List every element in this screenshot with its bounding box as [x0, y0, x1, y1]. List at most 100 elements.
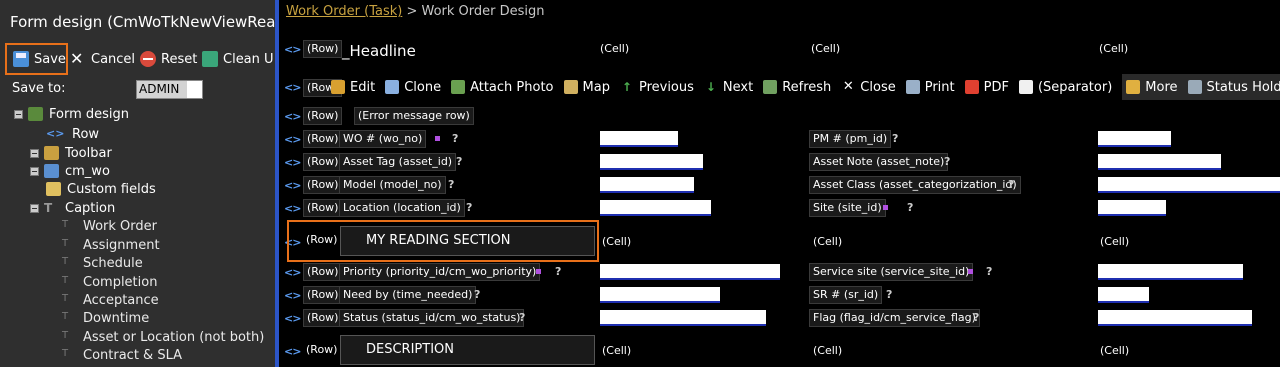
- headline-field[interactable]: _Headline: [336, 35, 536, 67]
- need-by-input[interactable]: [600, 287, 720, 303]
- cell-placeholder[interactable]: (Cell): [813, 235, 842, 248]
- collapse-icon[interactable]: [30, 203, 39, 213]
- asset-class-input[interactable]: [1098, 177, 1280, 193]
- asset-note-input[interactable]: [1098, 154, 1221, 170]
- row-arrows-icon[interactable]: <>: [284, 202, 301, 215]
- tree-item-caption[interactable]: T Caption: [30, 199, 115, 217]
- tree-item-toolbar[interactable]: Toolbar: [30, 144, 112, 162]
- toolbar-map[interactable]: Map: [563, 80, 610, 95]
- field-label-priority[interactable]: Priority (priority_id/cm_wo_priority): [339, 263, 541, 281]
- help-icon[interactable]: ?: [555, 265, 561, 278]
- cell-placeholder[interactable]: (Cell): [602, 235, 631, 248]
- field-label-service-site[interactable]: Service site (service_site_id): [809, 263, 974, 281]
- help-icon[interactable]: ?: [973, 311, 979, 324]
- tree-item-caption-child[interactable]: T Contract & SLA: [62, 346, 182, 364]
- toolbar-edit[interactable]: Edit: [331, 80, 375, 95]
- row-arrows-icon[interactable]: <>: [284, 289, 301, 302]
- help-icon[interactable]: ?: [944, 155, 950, 168]
- field-label-need-by[interactable]: Need by (time_needed): [339, 286, 477, 304]
- toolbar-next[interactable]: ↓ Next: [704, 80, 753, 95]
- priority-input[interactable]: [600, 264, 780, 280]
- field-label-pm-id[interactable]: PM # (pm_id): [809, 130, 892, 148]
- tree-item-caption-child[interactable]: T Downtime: [62, 309, 149, 327]
- tree-item-caption-child[interactable]: T Schedule: [62, 254, 143, 272]
- field-label-model-no[interactable]: Model (model_no): [339, 176, 446, 194]
- tree-item-row[interactable]: <> Row: [46, 125, 99, 143]
- tree-item-custom-fields[interactable]: Custom fields: [46, 180, 156, 198]
- field-label-status[interactable]: Status (status_id/cm_wo_status): [339, 309, 525, 327]
- row-arrows-icon[interactable]: <>: [284, 312, 301, 325]
- model-no-input[interactable]: [600, 177, 694, 193]
- asset-id-input[interactable]: [600, 154, 703, 170]
- cancel-button[interactable]: ✕ Cancel: [70, 43, 135, 75]
- toolbar-clone[interactable]: Clone: [385, 80, 441, 95]
- expand-icon[interactable]: [30, 148, 39, 158]
- row-arrows-icon[interactable]: <>: [284, 43, 301, 56]
- help-icon[interactable]: ?: [886, 288, 892, 301]
- help-icon[interactable]: ?: [986, 265, 992, 278]
- error-message-row[interactable]: (Error message row): [354, 107, 474, 125]
- status-input[interactable]: [600, 310, 766, 326]
- help-icon[interactable]: ?: [452, 132, 458, 145]
- tree-item-caption-child[interactable]: T Asset or Location (not both): [62, 328, 264, 346]
- help-icon[interactable]: ?: [519, 311, 525, 324]
- flag-input[interactable]: [1098, 310, 1252, 326]
- help-icon[interactable]: ?: [892, 132, 898, 145]
- toolbar-separator[interactable]: (Separator): [1018, 80, 1112, 95]
- toolbar-refresh[interactable]: Refresh: [763, 80, 831, 95]
- toolbar-attach-photo[interactable]: Attach Photo: [451, 80, 554, 95]
- row-arrows-icon[interactable]: <>: [284, 179, 301, 192]
- help-icon[interactable]: ?: [448, 178, 454, 191]
- toolbar-close[interactable]: ✕ Close: [841, 80, 896, 95]
- row-arrows-icon[interactable]: <>: [284, 156, 301, 169]
- row-arrows-icon[interactable]: <>: [284, 110, 301, 123]
- field-label-asset-id[interactable]: Asset Tag (asset_id): [339, 153, 457, 171]
- help-icon[interactable]: ?: [456, 155, 462, 168]
- row-arrows-icon[interactable]: <>: [284, 133, 301, 146]
- tree-item-caption-child[interactable]: T Assignment: [62, 236, 160, 254]
- tree-item-caption-child[interactable]: T Completion: [62, 273, 157, 291]
- toolbar-print[interactable]: Print: [905, 80, 955, 95]
- cell-placeholder[interactable]: (Cell): [813, 344, 842, 357]
- toolbar-more[interactable]: More: [1126, 80, 1178, 95]
- toolbar-pdf[interactable]: PDF: [964, 80, 1009, 95]
- row-arrows-icon[interactable]: <>: [284, 81, 301, 94]
- help-icon[interactable]: ?: [466, 201, 472, 214]
- field-label-asset-note[interactable]: Asset Note (asset_note): [809, 153, 949, 171]
- location-input[interactable]: [600, 200, 711, 216]
- row-arrows-icon[interactable]: <>: [284, 266, 301, 279]
- description-section-header[interactable]: DESCRIPTION: [340, 335, 595, 365]
- field-label-location[interactable]: Location (location_id): [339, 199, 465, 217]
- expand-icon[interactable]: [30, 166, 39, 176]
- cell-placeholder[interactable]: (Cell): [1100, 344, 1129, 357]
- help-icon[interactable]: ?: [907, 201, 913, 214]
- toolbar-status-holder[interactable]: Status Holder: [1187, 80, 1280, 95]
- row-arrows-icon[interactable]: <>: [284, 345, 301, 358]
- cell-placeholder[interactable]: (Cell): [1099, 42, 1128, 55]
- service-site-input[interactable]: [1098, 264, 1243, 280]
- field-label-asset-class[interactable]: Asset Class (asset_categorization_id): [809, 176, 1021, 194]
- cell-placeholder[interactable]: (Cell): [600, 42, 629, 55]
- save-to-select[interactable]: ADMIN: [136, 80, 203, 99]
- tree-item-form-design[interactable]: Form design: [14, 105, 129, 123]
- tree-item-caption-child[interactable]: T Work Order: [62, 217, 157, 235]
- site-input[interactable]: [1098, 200, 1166, 216]
- tree-item-caption-child[interactable]: T Acceptance: [62, 291, 159, 309]
- sr-id-input[interactable]: [1098, 287, 1149, 303]
- clean-up-button[interactable]: Clean U: [202, 43, 274, 75]
- help-icon[interactable]: ?: [1008, 178, 1014, 191]
- pm-id-input[interactable]: [1098, 131, 1171, 147]
- reset-button[interactable]: Reset: [140, 43, 197, 75]
- cell-placeholder[interactable]: (Cell): [602, 344, 631, 357]
- cell-placeholder[interactable]: (Cell): [811, 42, 840, 55]
- help-icon[interactable]: ?: [474, 288, 480, 301]
- cell-placeholder[interactable]: (Cell): [1100, 235, 1129, 248]
- field-label-sr-id[interactable]: SR # (sr_id): [809, 286, 883, 304]
- collapse-icon[interactable]: [14, 109, 23, 119]
- breadcrumb-link-work-order[interactable]: Work Order (Task): [286, 4, 402, 19]
- wo-no-input[interactable]: [600, 131, 678, 147]
- field-label-wo-no[interactable]: WO # (wo_no): [339, 130, 427, 148]
- field-label-site[interactable]: Site (site_id): [809, 199, 886, 217]
- field-label-flag[interactable]: Flag (flag_id/cm_service_flag): [809, 309, 980, 327]
- toolbar-previous[interactable]: ↑ Previous: [620, 80, 694, 95]
